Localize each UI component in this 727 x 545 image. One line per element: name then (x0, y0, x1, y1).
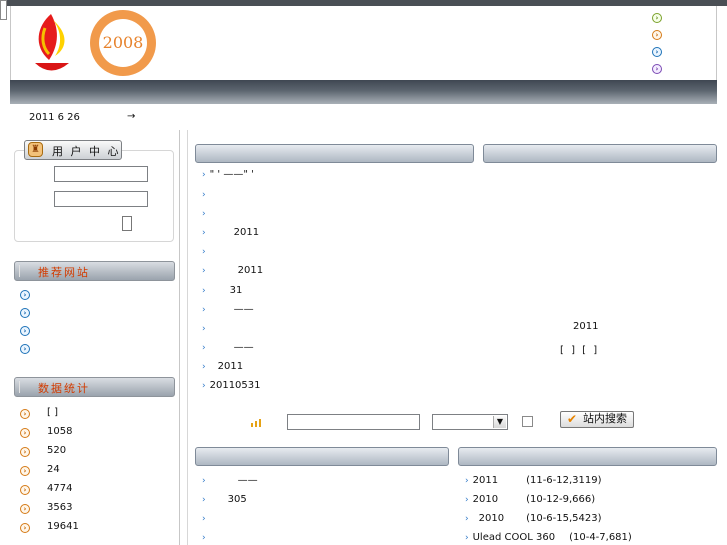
header-link-icon-3[interactable]: › (652, 47, 662, 57)
user-icon: ♜ (28, 142, 43, 157)
recommend-link-2[interactable]: › (20, 308, 30, 318)
recommend-title-text: 推荐网站 (38, 266, 90, 279)
download-name: 2011 (472, 475, 499, 486)
search-category-select[interactable]: ▼ (432, 414, 508, 430)
site-search-button[interactable]: ✔ 站内搜索 (560, 411, 634, 428)
recommend-title: 推荐网站 (14, 261, 175, 281)
download-row[interactable]: › 2011 (11-6-12,3119) (465, 475, 602, 486)
bottom-left-row[interactable]: › 305 (202, 494, 247, 505)
download-meta: (10-4-7,681) (569, 532, 632, 543)
header-link-icon-2[interactable]: › (652, 30, 662, 40)
stats-value: 4774 (47, 483, 73, 494)
stats-icon: › (20, 523, 30, 533)
download-row[interactable]: › Ulead COOL 360 (10-4-7,681) (465, 532, 632, 543)
news-row-text: 2011 (233, 227, 260, 238)
column-divider (187, 130, 188, 545)
news-row-text: 31 (229, 285, 243, 296)
navigation-band (10, 80, 717, 104)
news-row[interactable]: › (202, 189, 210, 200)
bottom-left-row-text: —— (237, 475, 258, 486)
right-side-brackets: [ ] [ ] (560, 345, 600, 356)
news-tab-right[interactable] (483, 144, 717, 163)
news-row[interactable]: › (202, 246, 210, 257)
download-name: Ulead COOL 360 (472, 532, 556, 543)
search-option-checkbox[interactable] (522, 416, 533, 427)
anniversary-badge: 2008 (88, 8, 158, 78)
checkmark-icon: ✔ (567, 412, 578, 426)
site-search-button-label: 站内搜索 (583, 413, 627, 425)
download-row[interactable]: › 2010 (10-12-9,666) (465, 494, 595, 505)
news-row[interactable]: › 31 (202, 285, 242, 296)
news-row-text: 20110531 (209, 380, 261, 391)
bottom-left-row[interactable]: › (202, 532, 210, 543)
header-link-icon-4[interactable]: › (652, 64, 662, 74)
bottom-left-row[interactable]: › —— (202, 475, 258, 486)
recommend-link-1[interactable]: › (20, 290, 30, 300)
svg-text:2008: 2008 (103, 33, 144, 52)
left-sidebar: ♜ 用 户 中 心 推荐网站 › › › › 数据统计 › [ ] › 1058… (10, 130, 180, 545)
header-link-icon-1[interactable]: › (652, 13, 662, 23)
news-row[interactable]: › —— (202, 304, 254, 315)
bottom-left-row-text: 305 (227, 494, 247, 505)
signal-icon (250, 418, 264, 428)
stats-value: 24 (47, 464, 60, 475)
title-separator (19, 265, 20, 277)
news-row-text: 2011 (217, 361, 244, 372)
news-row[interactable]: › —— (202, 342, 254, 353)
user-center-title: ♜ 用 户 中 心 (24, 140, 122, 160)
date-arrow-icon: → (127, 111, 136, 122)
stats-icon: › (20, 428, 30, 438)
search-keyword-input[interactable] (287, 414, 420, 430)
news-row-text: —— (233, 304, 254, 315)
stats-value: 19641 (47, 521, 79, 532)
stats-value: 1058 (47, 426, 73, 437)
news-row[interactable]: › " ' ——" ' (202, 169, 254, 180)
recommend-link-3[interactable]: › (20, 326, 30, 336)
right-side-date: 2011 (573, 321, 599, 332)
download-meta: (11-6-12,3119) (526, 475, 602, 486)
school-logo (27, 8, 77, 74)
stats-icon: › (20, 485, 30, 495)
current-date: 2011 6 26 (29, 112, 80, 123)
download-row[interactable]: › 2010 (10-6-15,5423) (465, 513, 602, 524)
bottom-left-tab[interactable] (195, 447, 449, 466)
bottom-left-row[interactable]: › (202, 513, 210, 524)
stats-icon: › (20, 466, 30, 476)
stats-title: 数据统计 (14, 377, 175, 397)
news-row[interactable]: › 20110531 (202, 380, 261, 391)
date-bar: 2011 6 26 → (10, 104, 717, 130)
bottom-right-tab[interactable] (458, 447, 717, 466)
stats-icon: › (20, 409, 30, 419)
stats-icon: › (20, 504, 30, 514)
chevron-down-icon[interactable]: ▼ (493, 416, 506, 428)
stats-value: 520 (47, 445, 67, 456)
news-row[interactable]: › 2011 (202, 227, 259, 238)
download-name: 2010 (472, 494, 499, 505)
password-input[interactable] (54, 191, 148, 207)
stats-value: [ ] (47, 407, 58, 418)
news-row-text: 2011 (237, 265, 264, 276)
news-row[interactable]: › (202, 323, 210, 334)
download-name: 2010 (478, 513, 505, 524)
login-button[interactable] (122, 216, 132, 231)
site-header: 2008 › › › › (10, 6, 717, 80)
news-row-text: " ' ——" ' (209, 169, 254, 180)
download-meta: (10-12-9,666) (526, 494, 596, 505)
stats-value: 3563 (47, 502, 73, 513)
download-meta: (10-6-15,5423) (526, 513, 602, 524)
left-edge-scroll-handle[interactable] (0, 0, 7, 20)
recommend-link-4[interactable]: › (20, 344, 30, 354)
user-center-title-text: 用 户 中 心 (52, 145, 121, 158)
stats-icon: › (20, 447, 30, 457)
news-tab-left[interactable] (195, 144, 474, 163)
stats-title-text: 数据统计 (38, 382, 90, 395)
title-separator (19, 381, 20, 393)
news-row[interactable]: › 2011 (202, 265, 263, 276)
news-row[interactable]: › 2011 (202, 361, 243, 372)
news-row-text: —— (233, 342, 254, 353)
news-row[interactable]: › (202, 208, 210, 219)
username-input[interactable] (54, 166, 148, 182)
